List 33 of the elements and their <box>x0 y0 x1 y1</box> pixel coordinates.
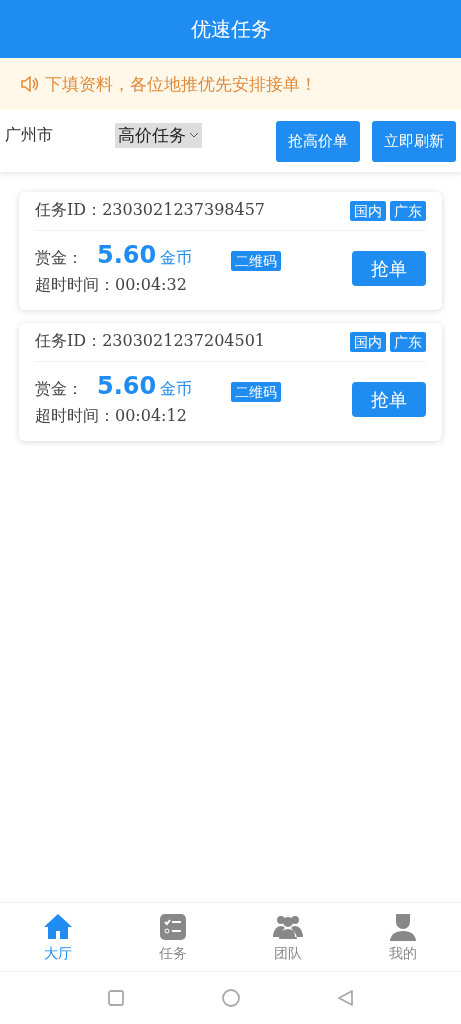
grab-button[interactable]: 抢单 <box>352 251 426 286</box>
timeout-text: 超时时间：00:04:12 <box>35 406 188 427</box>
square-nav-icon[interactable] <box>105 988 126 1008</box>
speaker-icon <box>20 75 40 93</box>
city-label[interactable]: 广州市 <box>5 124 115 146</box>
nav-tab[interactable]: 团队 <box>230 903 346 971</box>
task-id: 任务ID：2303021237398457 <box>35 200 266 221</box>
category-dropdown[interactable]: 高价任务 <box>115 122 202 148</box>
nav-tab[interactable]: 大厅 <box>0 903 116 971</box>
region-tag: 国内 <box>350 331 386 352</box>
reward-unit: 金币 <box>160 248 193 269</box>
action-button[interactable]: 抢高价单 <box>276 120 360 162</box>
home-nav-icon[interactable] <box>220 988 241 1008</box>
type-tag: 二维码 <box>231 251 281 271</box>
action-button[interactable]: 立即刷新 <box>372 120 456 162</box>
timeout-text: 超时时间：00:04:32 <box>35 275 188 296</box>
notice-text: 下填资料，各位地推优先安排接单！ <box>45 72 317 96</box>
type-tag: 二维码 <box>231 382 281 402</box>
page-title: 优速任务 <box>190 15 271 43</box>
region-tag: 广东 <box>390 331 426 352</box>
back-nav-icon[interactable] <box>335 988 356 1008</box>
task-id: 任务ID：2303021237204501 <box>35 331 266 352</box>
nav-tab[interactable]: 我的 <box>345 903 461 971</box>
reward-label: 赏金： <box>35 248 83 269</box>
nav-tab[interactable]: 任务 <box>115 903 231 971</box>
caret-icon <box>189 132 199 138</box>
region-tag: 国内 <box>350 200 386 221</box>
reward-label: 赏金： <box>35 379 83 400</box>
grab-button[interactable]: 抢单 <box>352 382 426 417</box>
reward-amount: 5.60 <box>97 241 157 269</box>
region-tag: 广东 <box>390 200 426 221</box>
reward-amount: 5.60 <box>97 372 157 400</box>
reward-unit: 金币 <box>160 379 193 400</box>
